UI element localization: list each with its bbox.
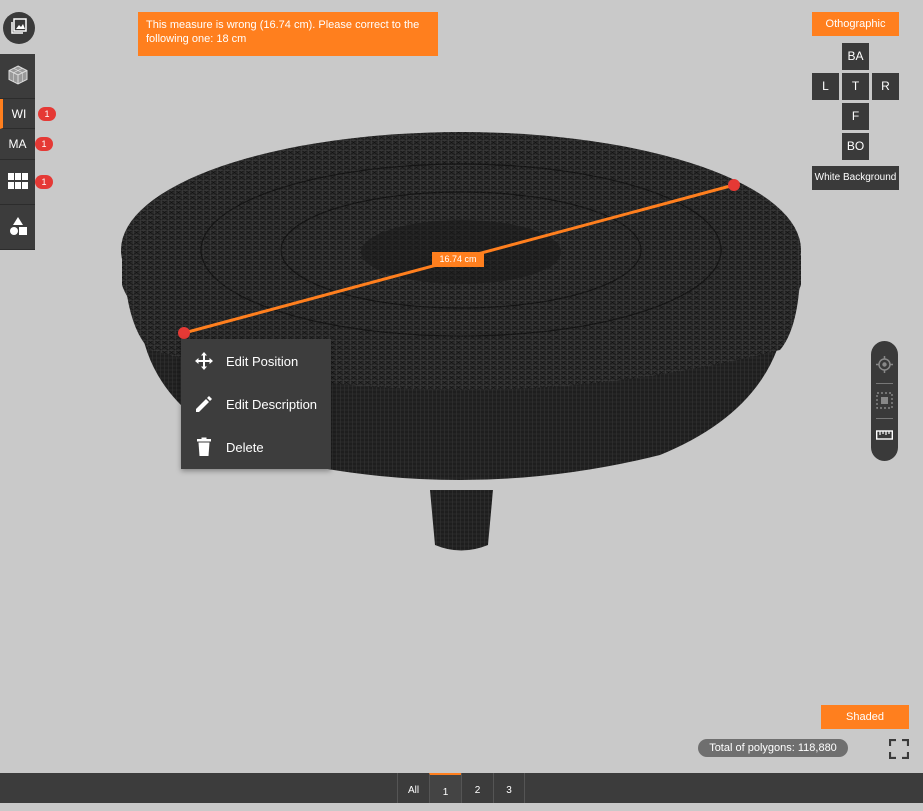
tab-2[interactable]: 2 (461, 773, 493, 803)
notification-badge: 1 (35, 175, 53, 189)
area-select-icon[interactable] (875, 391, 894, 410)
cube-icon (7, 64, 29, 89)
view-back-button[interactable]: BA (842, 43, 869, 70)
measure-tools-panel (871, 341, 898, 461)
divider (876, 383, 893, 384)
notification-badge: 1 (38, 107, 56, 121)
measurement-label[interactable]: 16.74 cm (432, 252, 484, 267)
menu-item-label: Delete (226, 439, 264, 455)
tab-1[interactable]: 1 (429, 773, 461, 803)
view-top-button[interactable]: T (842, 73, 869, 100)
fullscreen-icon[interactable] (888, 738, 910, 760)
view-front-button[interactable]: F (842, 103, 869, 130)
render-mode-button[interactable]: Shaded (821, 705, 909, 729)
shapes-icon (8, 216, 28, 239)
edit-position-menu-item[interactable]: Edit Position (181, 341, 331, 381)
menu-item-label: Edit Description (226, 396, 318, 412)
toolbar-item-grid[interactable]: 1 (0, 160, 53, 205)
measure-context-menu: Edit Position Edit Description Delete (181, 339, 331, 469)
toolbar-item-models[interactable] (0, 54, 35, 99)
bottom-tab-bar: All 1 2 3 (0, 773, 923, 803)
gallery-button[interactable] (3, 12, 35, 44)
toolbar-item-wireframe[interactable]: WI 1 (0, 99, 56, 129)
measure-point-end (728, 179, 740, 191)
delete-menu-item[interactable]: Delete (181, 427, 331, 467)
menu-item-label: Edit Position (226, 353, 299, 369)
toolbar-item-shapes[interactable] (0, 205, 35, 250)
measure-point-start (178, 327, 190, 339)
trash-icon (181, 437, 226, 457)
toolbar-item-label: MA (8, 137, 27, 151)
model-viewport[interactable] (0, 0, 923, 773)
ruler-icon[interactable] (875, 425, 894, 444)
view-left-button[interactable]: L (812, 73, 839, 100)
view-bottom-button[interactable]: BO (842, 133, 869, 160)
target-icon[interactable] (875, 355, 894, 374)
notification-badge: 1 (35, 137, 53, 151)
toolbar-item-label: WI (11, 106, 27, 121)
grid-icon (7, 172, 28, 192)
left-toolbar: WI 1 MA 1 1 (0, 54, 56, 250)
measure-warning-banner: This measure is wrong (16.74 cm). Please… (138, 12, 438, 56)
view-right-button[interactable]: R (872, 73, 899, 100)
toolbar-item-material[interactable]: MA 1 (0, 129, 53, 160)
image-icon (11, 17, 27, 39)
divider (876, 418, 893, 419)
tab-all[interactable]: All (397, 773, 429, 803)
edit-description-menu-item[interactable]: Edit Description (181, 384, 331, 424)
white-background-button[interactable]: White Background (812, 166, 899, 190)
projection-toggle-button[interactable]: Othographic (812, 12, 899, 36)
mesh-model (121, 132, 801, 551)
polygon-count: Total of polygons: 118,880 (698, 739, 848, 757)
pencil-icon (181, 394, 226, 414)
move-icon (181, 351, 226, 371)
tab-3[interactable]: 3 (493, 773, 525, 803)
